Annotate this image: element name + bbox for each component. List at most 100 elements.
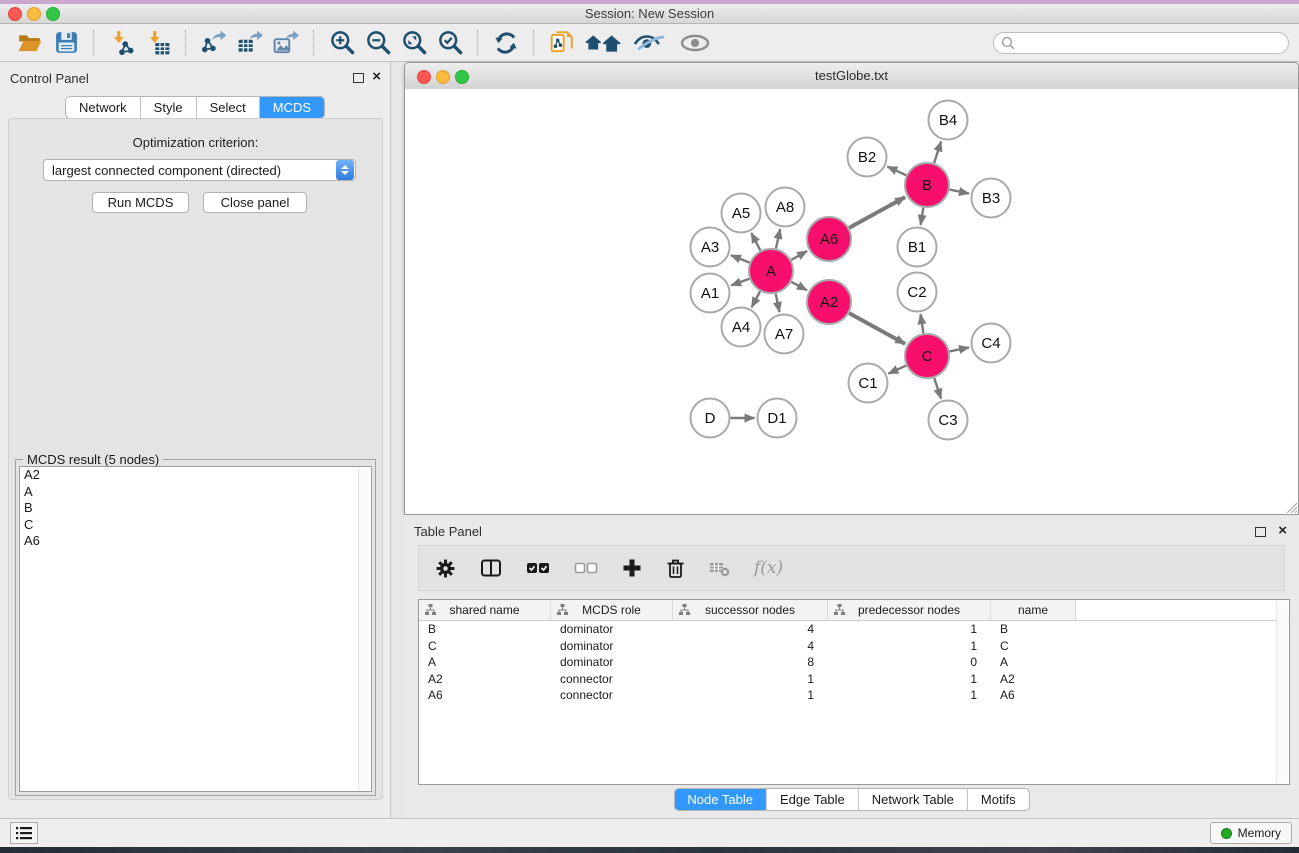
edge-C-C1[interactable] <box>888 366 906 374</box>
delete-column-button[interactable] <box>666 558 685 579</box>
tab-edge-table[interactable]: Edge Table <box>766 789 858 810</box>
edge-A2-C[interactable] <box>849 313 905 344</box>
export-image-button[interactable] <box>271 28 301 58</box>
cell-shared-name: B <box>419 622 551 636</box>
eye-icon <box>677 30 713 56</box>
node-label-A: A <box>766 263 776 280</box>
refresh-button[interactable] <box>491 28 521 58</box>
create-column-button[interactable] <box>622 558 642 578</box>
save-floppy-icon <box>54 30 79 55</box>
list-item[interactable]: A2 <box>20 467 371 484</box>
edge-A-A5[interactable] <box>751 233 760 251</box>
export-table-button[interactable] <box>235 28 265 58</box>
list-item[interactable]: C <box>20 517 371 534</box>
edge-C-C3[interactable] <box>934 378 941 399</box>
export-table-icon <box>237 30 263 56</box>
attribute-icon <box>834 604 845 615</box>
tab-select[interactable]: Select <box>196 97 259 118</box>
tab-motifs[interactable]: Motifs <box>967 789 1029 810</box>
column-header-shared-name[interactable]: shared name <box>419 600 551 620</box>
show-panel-button[interactable] <box>675 28 715 58</box>
hide-panel-button[interactable] <box>629 28 669 58</box>
close-panel-button[interactable]: Close panel <box>203 192 307 213</box>
column-header-successor-nodes[interactable]: successor nodes <box>673 600 828 620</box>
close-table-panel-icon[interactable]: × <box>1278 525 1287 537</box>
float-table-panel-icon[interactable] <box>1255 527 1266 537</box>
table-row[interactable]: A6 connector 1 1 A6 <box>419 687 1289 704</box>
edge-B-B3[interactable] <box>950 190 969 194</box>
column-header-name[interactable]: name <box>991 600 1076 620</box>
network-canvas[interactable]: AA5A8A3A1A4A7A6A2BB2B4B3B1CC2C4C1C3DD1 <box>405 89 1298 514</box>
edge-A6-B[interactable] <box>849 197 905 228</box>
cell-predecessor-nodes: 1 <box>828 688 991 702</box>
cell-predecessor-nodes: 0 <box>828 655 991 669</box>
edge-A-A6[interactable] <box>791 251 807 260</box>
edge-A-A1[interactable] <box>731 279 749 286</box>
edge-B-B2[interactable] <box>887 167 906 176</box>
edge-B-B4[interactable] <box>934 141 941 163</box>
list-item[interactable]: A <box>20 484 371 501</box>
function-builder-button[interactable]: f(x) <box>754 558 783 578</box>
zoom-selected-button[interactable] <box>435 28 465 58</box>
clone-network-button[interactable] <box>547 28 577 58</box>
list-item[interactable]: A6 <box>20 533 371 550</box>
import-table-button[interactable] <box>143 28 173 58</box>
memory-status-icon <box>1221 828 1232 839</box>
column-header-predecessor-nodes[interactable]: predecessor nodes <box>828 600 991 620</box>
tab-node-table[interactable]: Node Table <box>674 789 766 810</box>
resize-grip[interactable] <box>1284 500 1297 513</box>
close-panel-icon[interactable]: × <box>372 71 381 83</box>
cell-successor-nodes: 4 <box>673 622 828 636</box>
open-session-button[interactable] <box>15 28 45 58</box>
edge-B-B1[interactable] <box>921 208 924 225</box>
zoom-out-button[interactable] <box>363 28 393 58</box>
import-network-button[interactable] <box>107 28 137 58</box>
tab-style[interactable]: Style <box>140 97 196 118</box>
select-all-columns-button[interactable] <box>526 561 550 575</box>
table-row[interactable]: A2 connector 1 1 A2 <box>419 671 1289 688</box>
edge-A-A7[interactable] <box>776 294 780 312</box>
import-table-icon <box>145 30 171 56</box>
tab-mcds[interactable]: MCDS <box>259 97 324 118</box>
table-row[interactable]: C dominator 4 1 C <box>419 638 1289 655</box>
home-button[interactable] <box>583 28 623 58</box>
table-scrollbar[interactable] <box>1276 601 1288 783</box>
toolbar-separator <box>93 30 95 56</box>
zoom-in-button[interactable] <box>327 28 357 58</box>
node-label-C1: C1 <box>858 375 877 392</box>
edge-A-A8[interactable] <box>776 229 780 249</box>
column-header-mcds-role[interactable]: MCDS role <box>551 600 673 620</box>
show-column-button[interactable] <box>480 558 502 578</box>
memory-button[interactable]: Memory <box>1210 822 1292 844</box>
column-label: successor nodes <box>705 603 795 617</box>
zoom-in-icon <box>329 29 356 56</box>
cell-predecessor-nodes: 1 <box>828 672 991 686</box>
edge-C-C4[interactable] <box>950 347 969 351</box>
columns-icon <box>480 558 502 578</box>
search-input[interactable] <box>1020 35 1274 51</box>
delete-table-button[interactable] <box>709 559 730 577</box>
search-box <box>993 32 1289 54</box>
run-mcds-button[interactable]: Run MCDS <box>92 192 189 213</box>
table-row[interactable]: A dominator 8 0 A <box>419 654 1289 671</box>
table-settings-button[interactable] <box>435 558 456 579</box>
unselect-all-columns-button[interactable] <box>574 561 598 575</box>
task-history-button[interactable] <box>10 822 38 844</box>
save-session-button[interactable] <box>51 28 81 58</box>
node-label-D1: D1 <box>767 410 786 427</box>
float-panel-icon[interactable] <box>353 73 364 83</box>
edge-C-C2[interactable] <box>920 314 923 333</box>
edge-A-A2[interactable] <box>791 282 807 290</box>
tab-network[interactable]: Network <box>66 97 140 118</box>
edge-A-A3[interactable] <box>731 255 750 262</box>
result-list-scrollbar[interactable] <box>358 468 370 790</box>
edge-A-A4[interactable] <box>752 291 761 307</box>
zoom-fit-button[interactable] <box>399 28 429 58</box>
list-item[interactable]: B <box>20 500 371 517</box>
cell-mcds-role: dominator <box>551 655 673 669</box>
tab-network-table[interactable]: Network Table <box>858 789 967 810</box>
criterion-dropdown[interactable]: largest connected component (directed) <box>43 159 356 181</box>
export-network-button[interactable] <box>199 28 229 58</box>
table-row[interactable]: B dominator 4 1 B <box>419 621 1289 638</box>
checked-boxes-icon <box>526 561 550 575</box>
